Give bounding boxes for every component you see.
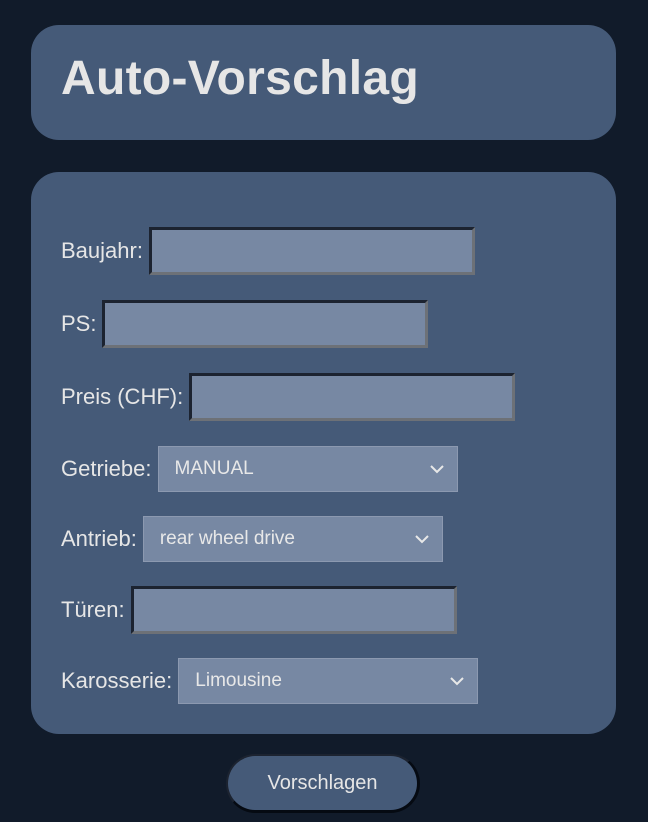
antrieb-label: Antrieb: [61, 526, 137, 551]
baujahr-input[interactable] [148, 227, 475, 275]
getriebe-selected-value: MANUAL [174, 458, 254, 479]
vorschlagen-button[interactable]: Vorschlagen [226, 754, 420, 813]
getriebe-label: Getriebe: [61, 456, 152, 481]
karosserie-label: Karosserie: [61, 668, 173, 693]
header-card: Auto-Vorschlag [31, 25, 616, 140]
ps-input[interactable] [102, 300, 429, 348]
karosserie-selected-value: Limousine [195, 670, 282, 691]
preis-label: Preis (CHF): [61, 384, 184, 409]
antrieb-select[interactable]: rear wheel drive [142, 516, 443, 562]
preis-input[interactable] [189, 373, 516, 421]
antrieb-selected-value: rear wheel drive [159, 528, 295, 549]
baujahr-row: Baujahr: [61, 227, 475, 275]
tueren-input[interactable] [130, 586, 457, 634]
karosserie-select[interactable]: Limousine [178, 658, 479, 704]
getriebe-select[interactable]: MANUAL [157, 446, 458, 492]
karosserie-row: Karosserie: Limousine [61, 658, 479, 704]
baujahr-label: Baujahr: [61, 238, 143, 263]
preis-row: Preis (CHF): [61, 373, 516, 421]
chevron-down-icon [429, 465, 444, 474]
antrieb-row: Antrieb: rear wheel drive [61, 516, 443, 562]
chevron-down-icon [450, 677, 464, 686]
getriebe-row: Getriebe: MANUAL [61, 446, 458, 492]
tueren-label: Türen: [61, 597, 125, 622]
page-title: Auto-Vorschlag [61, 52, 419, 105]
ps-row: PS: [61, 300, 429, 348]
ps-label: PS: [61, 311, 97, 336]
tueren-row: Türen: [61, 586, 457, 634]
chevron-down-icon [415, 535, 429, 544]
car-form: Baujahr: PS: Preis (CHF): Getriebe: MANU… [31, 172, 616, 734]
